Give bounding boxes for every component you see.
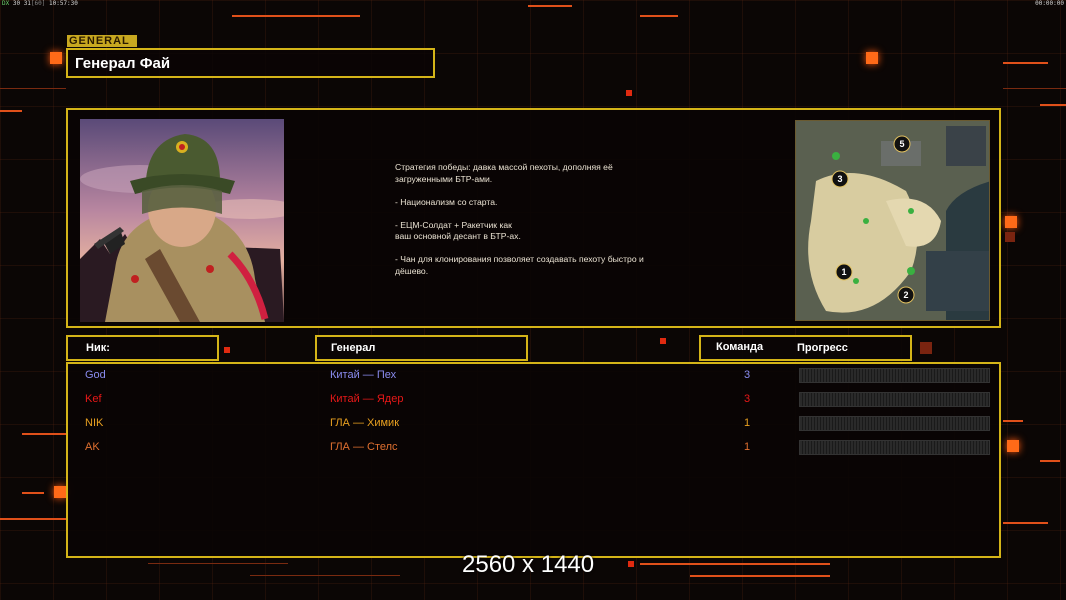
player-general: ГЛА — Стелс [330,441,398,453]
deco-line [1040,460,1060,462]
deco-line [1003,88,1066,89]
title-box: Генерал Фай [66,48,435,78]
deco-square [224,347,230,353]
player-list: God Китай — Пех 3 Kef Китай — Ядер 3 NIK ГЛА — … [66,362,1001,558]
deco-line [22,433,66,435]
deco-square [1005,216,1017,228]
deco-line [148,563,288,564]
deco-line [690,575,830,577]
deco-line [0,110,22,112]
player-team: 3 [744,393,751,405]
deco-line [1040,104,1066,106]
general-info-panel: Стратегия победы: давка массой пехоты, д… [66,108,1001,328]
general-portrait [80,119,284,322]
player-progress-bar [799,440,990,455]
minimap-marker-2: 2 [903,290,908,300]
player-row[interactable]: NIK ГЛА — Химик 1 [68,413,999,433]
player-general: ГЛА — Химик [330,417,400,429]
player-row[interactable]: AK ГЛА — Стелс 1 [68,437,999,457]
player-general: Китай — Пех [330,369,397,381]
column-label-nick: Ник: [86,342,110,354]
timer: 00:00:00 [1035,0,1064,7]
fps-limit: [60] [30,0,46,7]
general-tag: GENERAL [67,35,137,47]
deco-square [50,52,62,64]
deco-square [1007,440,1019,452]
clock: 10:57:30 [49,0,78,7]
deco-line [232,15,360,17]
deco-square [866,52,878,64]
column-label-progress: Прогресс [797,342,848,354]
deco-line [1003,522,1048,524]
deco-line [0,88,66,89]
player-progress-bar [799,368,990,383]
player-nick: AK [85,441,100,453]
deco-square [920,342,932,354]
page-title: Генерал Фай [75,55,171,72]
fps-prefix: DX [2,0,10,7]
player-nick: Kef [85,393,102,405]
column-label-team: Команда [716,341,764,353]
strategy-description: Стратегия победы: давка массой пехоты, д… [395,162,644,276]
deco-line [640,15,678,17]
player-row[interactable]: Kef Китай — Ядер 3 [68,389,999,409]
player-team: 3 [744,369,751,381]
player-row[interactable]: God Китай — Пех 3 [68,365,999,385]
player-general: Китай — Ядер [330,393,404,405]
column-header-team-progress[interactable]: Команда Прогресс [699,335,912,361]
deco-line [22,492,44,494]
fps-counter: DX 30 31[60] 10:57:30 [2,0,78,7]
player-nick: NIK [85,417,104,429]
column-label-general: Генерал [331,342,376,354]
deco-line [528,5,572,7]
deco-line [1003,420,1023,422]
fps-value: 30 31 [12,0,31,7]
minimap-marker-1: 1 [841,267,846,277]
deco-square [626,90,632,96]
player-team: 1 [744,417,751,429]
player-team: 1 [744,441,751,453]
deco-square [54,486,66,498]
deco-square [628,561,634,567]
deco-line [1003,62,1048,64]
player-nick: God [85,369,106,381]
minimap-marker-3: 3 [837,174,842,184]
minimap-marker-5: 5 [899,139,904,149]
deco-line [640,563,830,565]
deco-line [0,518,66,520]
deco-line [250,575,400,576]
player-progress-bar [799,392,990,407]
resolution-label: 2560 x 1440 [462,551,595,578]
column-header-general[interactable]: Генерал [315,335,528,361]
column-header-nick[interactable]: Ник: [66,335,219,361]
player-progress-bar [799,416,990,431]
deco-square [660,338,666,344]
deco-square [1005,232,1015,242]
minimap[interactable]: 1 2 3 5 [795,120,990,321]
